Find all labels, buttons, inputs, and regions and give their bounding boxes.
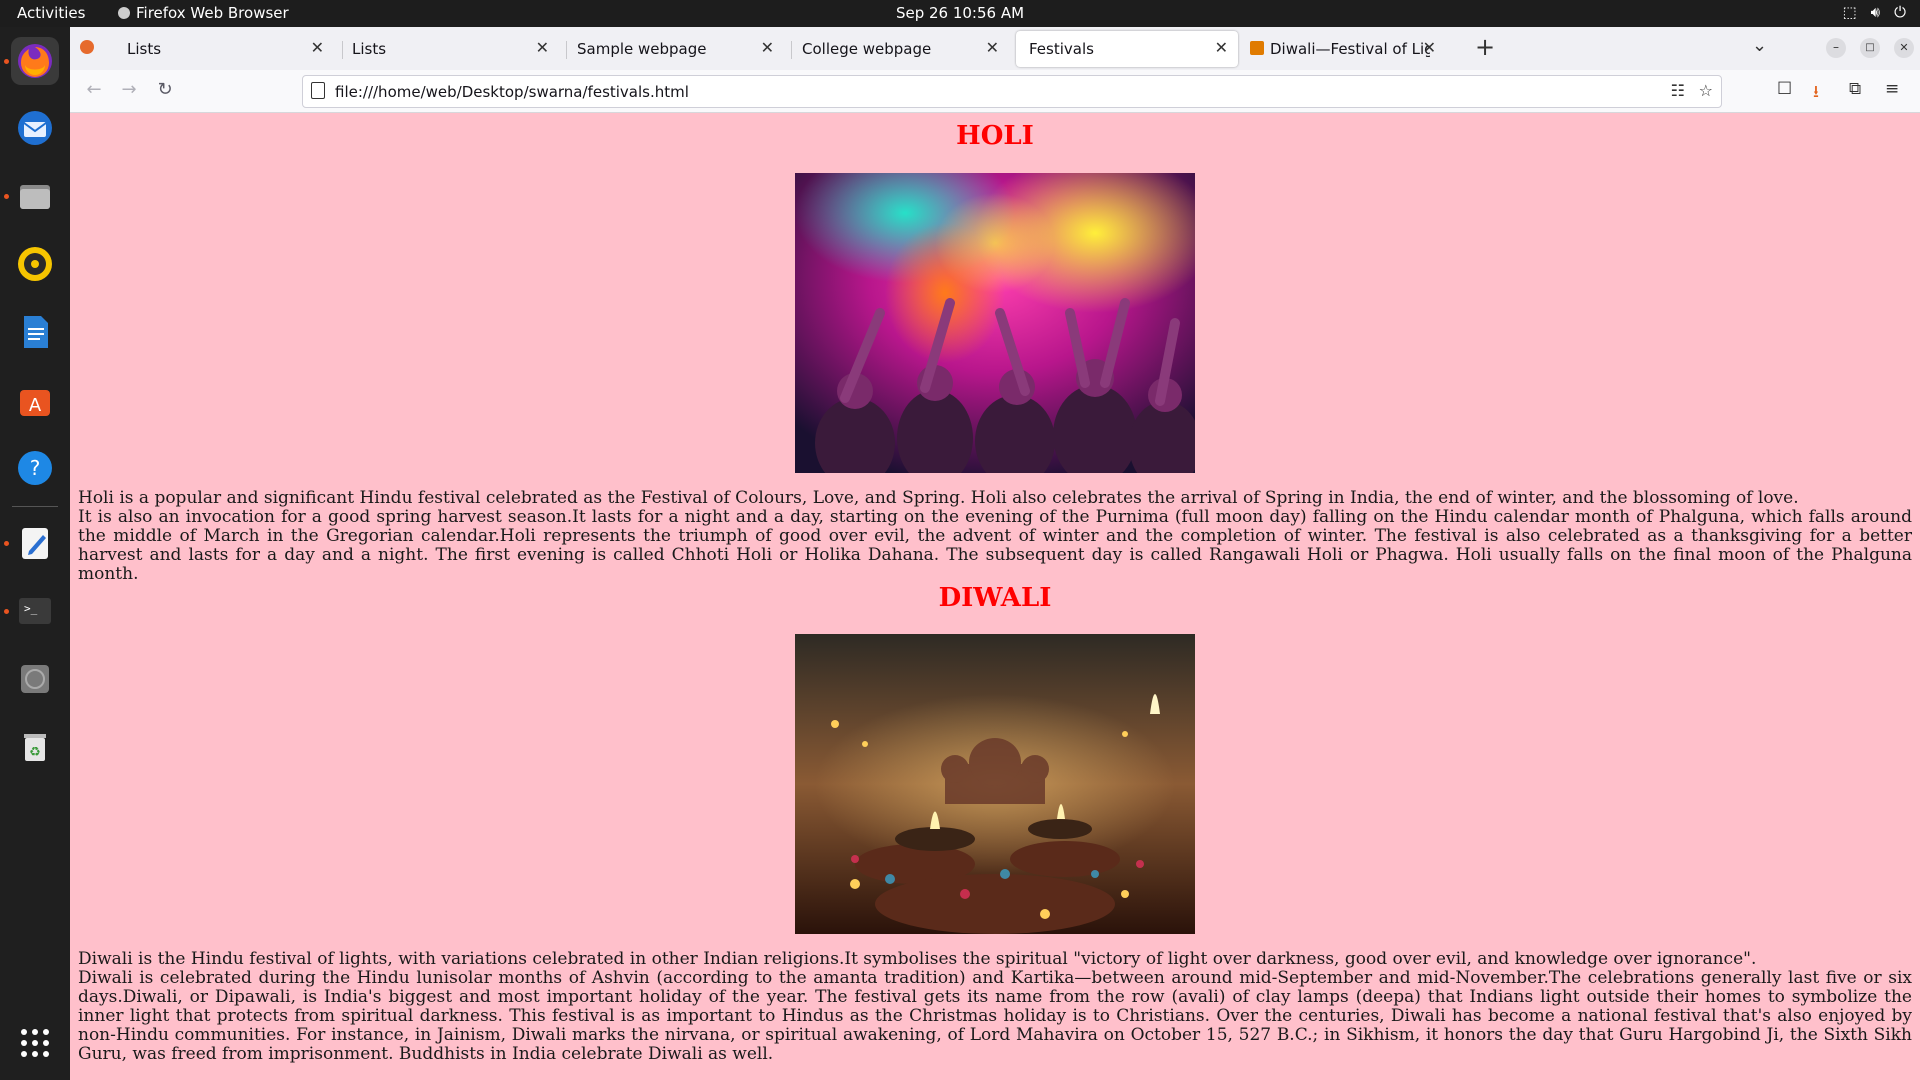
close-tab-icon[interactable]: ✕ (1215, 38, 1228, 57)
new-tab-button[interactable]: + (1475, 33, 1495, 61)
page-content: HOLI Holi is a popular and significant H… (70, 113, 1920, 1080)
app-menu[interactable]: Firefox Web Browser (118, 4, 289, 22)
tab-label: Diwali—Festival of Lights (1270, 40, 1430, 58)
reader-view-icon[interactable]: ☷ (1671, 81, 1685, 100)
svg-text:A: A (29, 395, 42, 416)
clock[interactable]: Sep 26 10:56 AM (896, 4, 1024, 22)
power-icon: ⏻ (1894, 3, 1906, 21)
menu-icon[interactable]: ≡ (1885, 79, 1899, 99)
help-icon[interactable]: ? (11, 444, 59, 492)
thunderbird-icon[interactable] (11, 104, 59, 152)
minimize-icon[interactable]: – (1826, 38, 1846, 58)
system-tray[interactable]: ⬚ 🔊︎ ⏻ (1842, 3, 1906, 21)
pocket-icon[interactable]: ☐ (1777, 79, 1792, 99)
back-button[interactable]: ← (82, 79, 106, 100)
disc-icon[interactable] (11, 655, 59, 703)
tab-college-webpage[interactable]: College webpage ✕ (789, 31, 1009, 67)
tab-favicon (1250, 41, 1264, 55)
volume-icon: 🔊︎ (1870, 3, 1881, 21)
diwali-paragraph-2: Diwali is celebrated during the Hindu lu… (78, 968, 1912, 1064)
tab-label: College webpage (802, 40, 932, 58)
holi-image (795, 173, 1195, 473)
tab-label: Lists (352, 40, 387, 58)
tab-lists-2[interactable]: Lists ✕ (339, 31, 559, 67)
tab-label: Lists (127, 40, 162, 58)
terminal-icon[interactable]: >_ (11, 587, 59, 635)
activities-button[interactable]: Activities (17, 4, 85, 22)
forward-button[interactable]: → (117, 79, 141, 100)
firefox-icon[interactable] (11, 37, 59, 85)
close-window-icon[interactable]: ✕ (1894, 38, 1914, 58)
url-text[interactable]: file:///home/web/Desktop/swarna/festival… (335, 83, 689, 101)
holi-text: Holi is a popular and significant Hindu … (78, 489, 1912, 584)
writer-icon[interactable] (11, 308, 59, 356)
close-tab-icon[interactable]: ✕ (1423, 38, 1436, 57)
trash-icon[interactable]: ♻ (11, 722, 59, 770)
maximize-icon[interactable]: □ (1860, 38, 1880, 58)
url-bar[interactable]: file:///home/web/Desktop/swarna/festival… (302, 75, 1722, 108)
tab-lists-1[interactable]: Lists ✕ (114, 31, 334, 67)
list-all-tabs-icon[interactable]: ⌄ (1752, 35, 1767, 56)
close-tab-icon[interactable]: ✕ (311, 38, 324, 57)
holi-heading: HOLI (956, 121, 1034, 151)
close-tab-icon[interactable]: ✕ (761, 38, 774, 57)
tab-label: Sample webpage (577, 40, 707, 58)
firefox-view-icon[interactable] (80, 40, 94, 54)
files-icon[interactable] (11, 172, 59, 220)
app-center-icon[interactable]: A (11, 376, 59, 424)
holi-paragraph-1: Holi is a popular and significant Hindu … (78, 488, 1799, 508)
downloads-icon[interactable]: ⭳ (1813, 79, 1819, 108)
diwali-image (795, 634, 1195, 934)
nav-bar: ← → ↻ file:///home/web/Desktop/swarna/fe… (70, 70, 1920, 113)
tab-label: Festivals (1029, 40, 1094, 58)
tab-festivals[interactable]: Festivals ✕ (1016, 31, 1238, 67)
text-editor-icon[interactable] (11, 519, 59, 567)
rhythmbox-icon[interactable] (11, 240, 59, 288)
close-tab-icon[interactable]: ✕ (986, 38, 999, 57)
diwali-paragraph-1: Diwali is the Hindu festival of lights, … (78, 949, 1757, 969)
app-grid-icon[interactable] (11, 1019, 59, 1067)
holi-paragraph-2: It is also an invocation for a good spri… (78, 507, 1912, 584)
dock: A ? >_ ♻ (0, 27, 70, 1080)
tab-sample-webpage[interactable]: Sample webpage ✕ (564, 31, 784, 67)
firefox-small-icon (118, 7, 130, 19)
reload-button[interactable]: ↻ (153, 79, 177, 100)
diwali-text: Diwali is the Hindu festival of lights, … (78, 950, 1912, 1064)
close-tab-icon[interactable]: ✕ (536, 38, 549, 57)
app-name: Firefox Web Browser (136, 4, 289, 22)
top-bar: Activities Firefox Web Browser Sep 26 10… (0, 0, 1920, 27)
page-icon (311, 82, 325, 99)
diwali-heading: DIWALI (938, 583, 1052, 613)
tab-bar: Lists ✕ Lists ✕ Sample webpage ✕ College… (70, 27, 1920, 70)
svg-text:♻: ♻ (29, 745, 41, 760)
svg-text:>_: >_ (24, 602, 38, 615)
svg-text:?: ? (30, 456, 41, 480)
extensions-icon[interactable]: ⧉ (1849, 79, 1861, 99)
network-icon: ⬚ (1842, 3, 1857, 21)
bookmark-star-icon[interactable]: ☆ (1699, 81, 1713, 100)
tab-diwali[interactable]: Diwali—Festival of Lights ✕ (1240, 31, 1450, 67)
